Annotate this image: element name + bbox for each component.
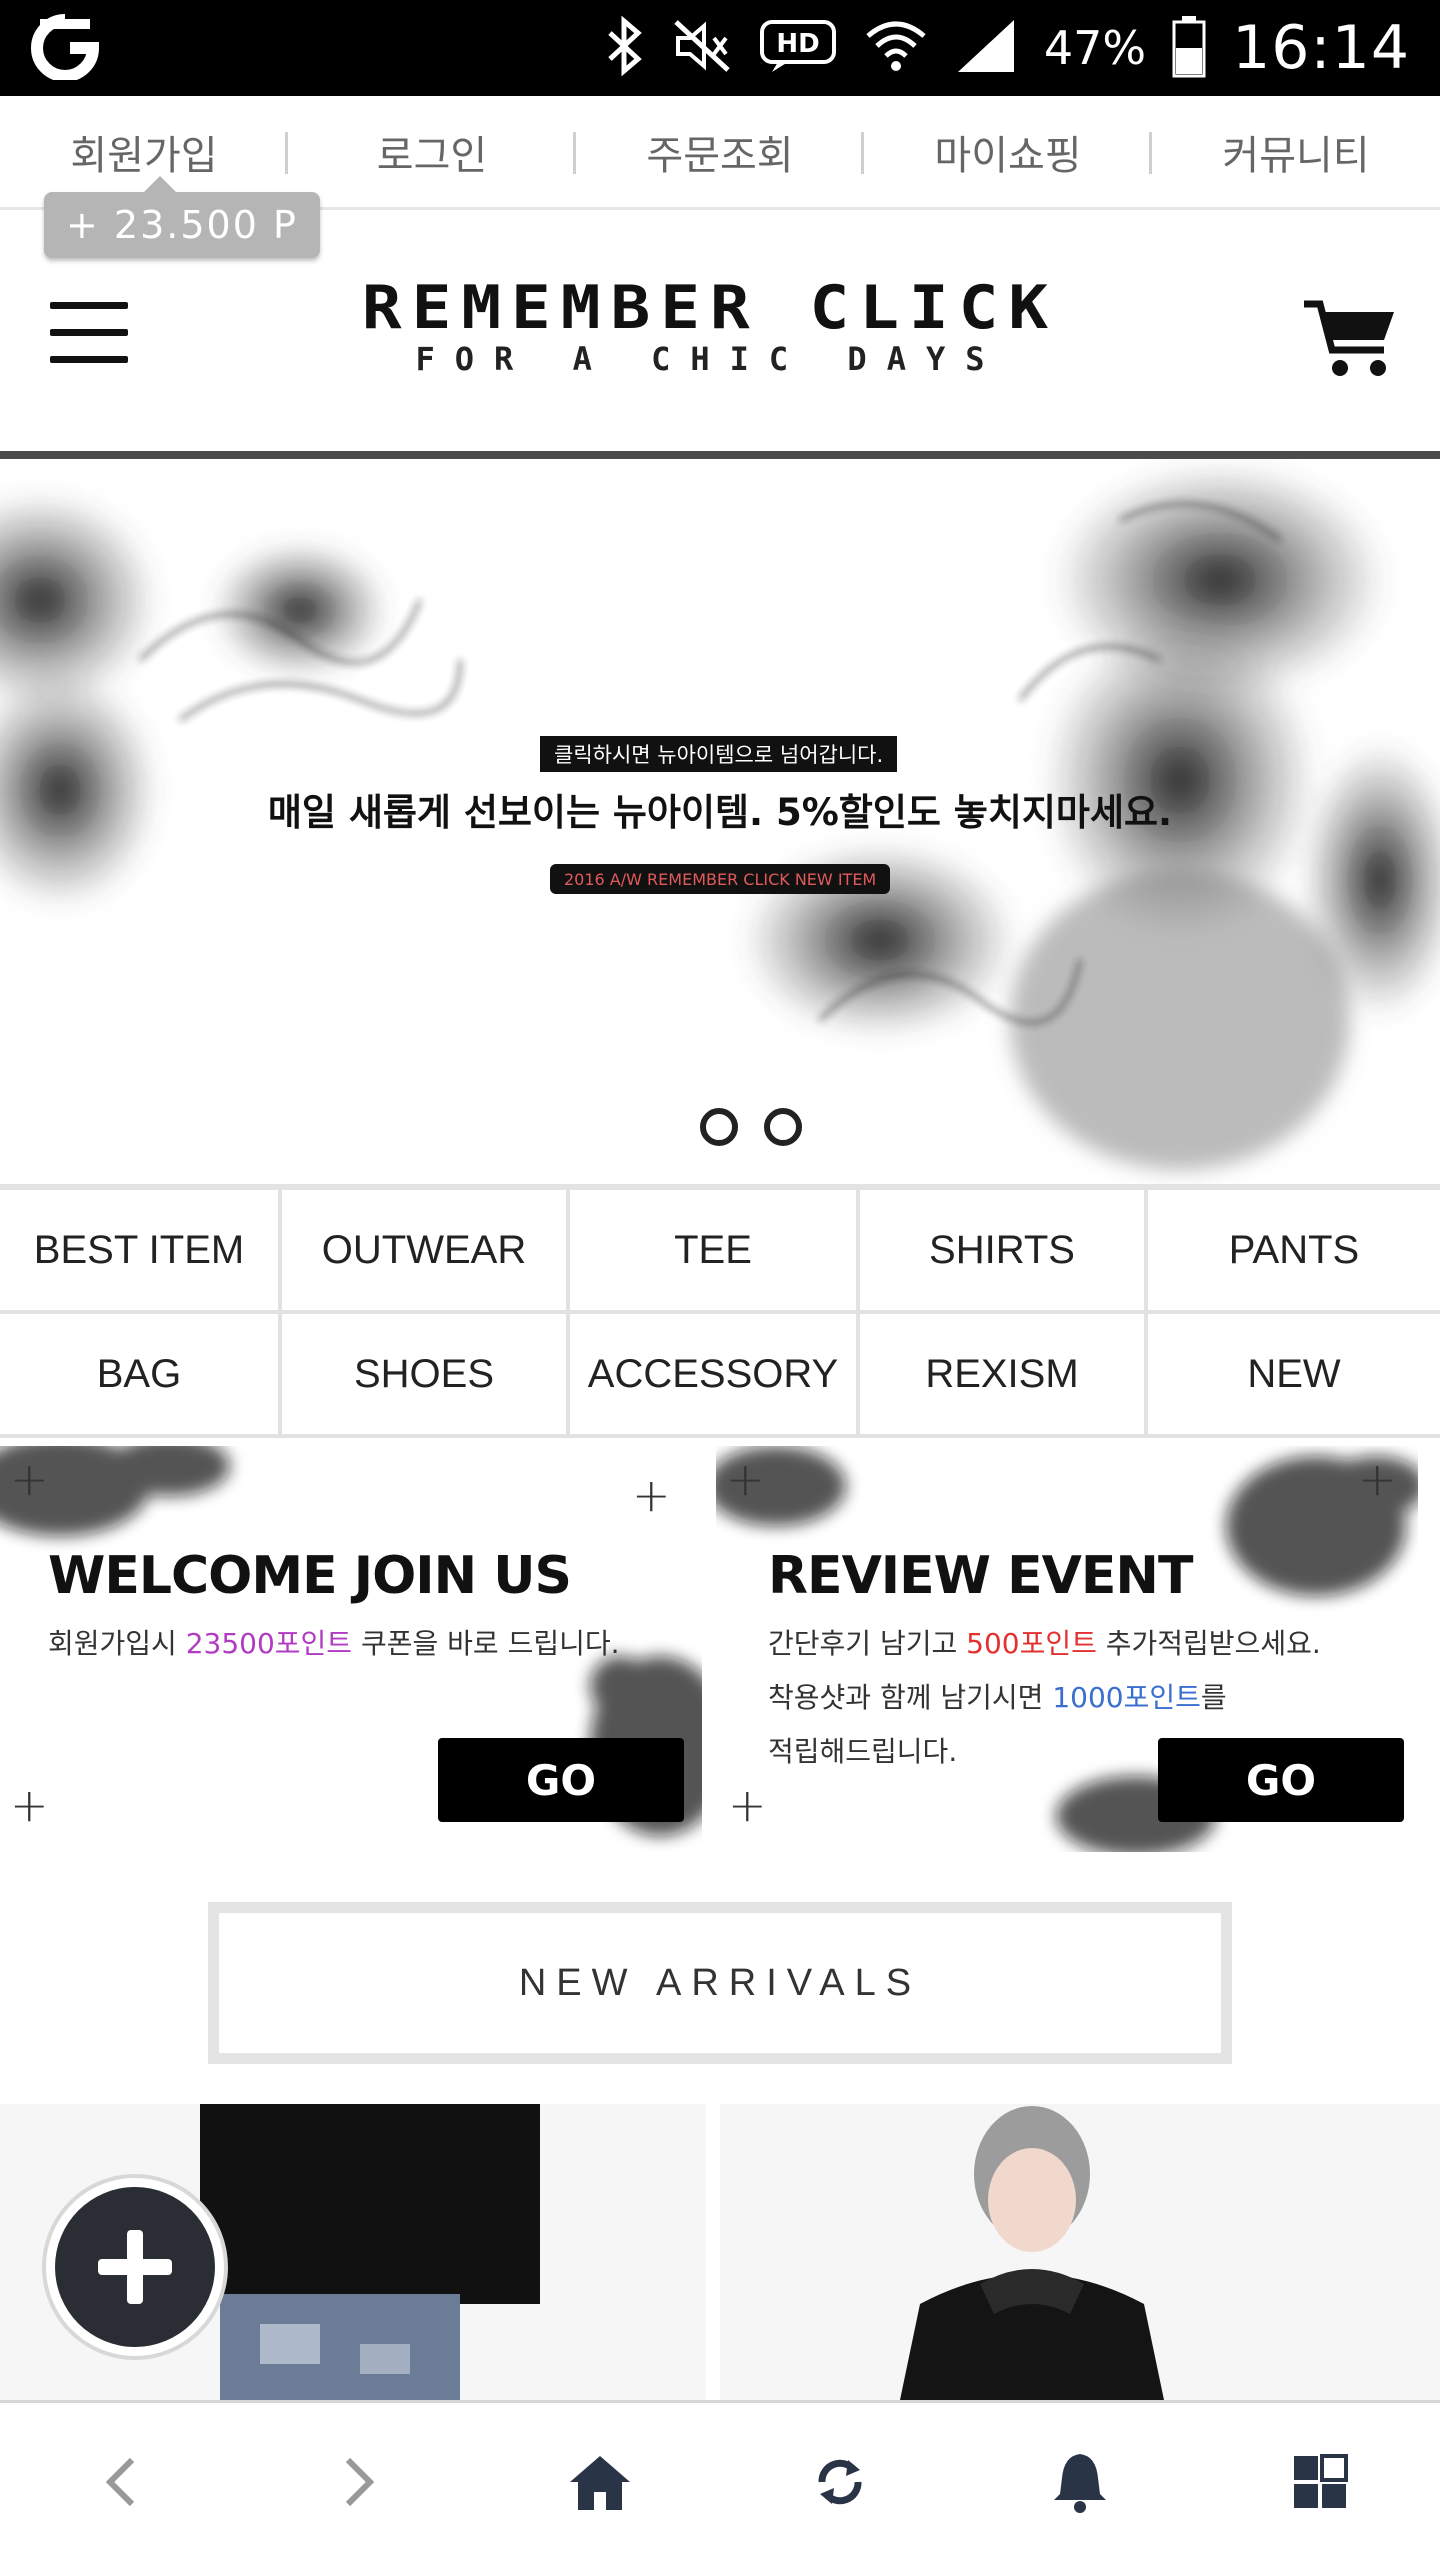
corner-plus-mark: +	[632, 1468, 671, 1522]
review-line-1: 간단후기 남기고 500포인트 추가적립받으세요.	[768, 1622, 1321, 1662]
category-bag[interactable]: BAG	[0, 1314, 282, 1438]
battery-percent: 47%	[1043, 21, 1147, 75]
review-go-button[interactable]: GO	[1158, 1738, 1404, 1822]
nav-community[interactable]: 커뮤니티	[1152, 96, 1440, 207]
category-new[interactable]: NEW	[1148, 1314, 1440, 1438]
review-points-500: 500포인트	[966, 1627, 1097, 1660]
review-promo[interactable]: + + + REVIEW EVENT 간단후기 남기고 500포인트 추가적립받…	[716, 1446, 1418, 1852]
forward-icon[interactable]	[240, 2403, 480, 2560]
corner-plus-mark: +	[726, 1452, 765, 1506]
battery-icon	[1172, 14, 1206, 82]
review-line-3: 적립해드립니다.	[768, 1735, 958, 1768]
review-title: REVIEW EVENT	[768, 1546, 1193, 1606]
app-logo-icon	[30, 14, 100, 84]
welcome-description: 회원가입시 23500포인트 쿠폰을 바로 드립니다.	[48, 1622, 620, 1662]
category-shirts[interactable]: SHIRTS	[860, 1190, 1148, 1314]
header-divider	[0, 451, 1440, 459]
clock: 16:14	[1232, 13, 1410, 83]
slide-indicator	[700, 1108, 802, 1146]
back-icon[interactable]	[0, 2403, 240, 2560]
new-arrivals-button[interactable]: NEW ARRIVALS	[208, 1902, 1232, 2064]
browser-toolbar	[0, 2400, 1440, 2560]
nav-order-lookup[interactable]: 주문조회	[576, 96, 864, 207]
review-line-2: 착용샷과 함께 남기시면 1000포인트를	[768, 1676, 1227, 1716]
welcome-promo[interactable]: + + + WELCOME JOIN US 회원가입시 23500포인트 쿠폰을…	[0, 1446, 702, 1852]
plus-icon	[55, 2187, 215, 2347]
floating-plus-button[interactable]	[42, 2174, 228, 2360]
category-tee[interactable]: TEE	[570, 1190, 860, 1314]
hd-label: HD	[776, 29, 819, 59]
wifi-icon	[864, 14, 928, 82]
welcome-text: 회원가입시	[48, 1627, 186, 1660]
bell-icon[interactable]	[960, 2403, 1200, 2560]
welcome-text: 쿠폰을 바로 드립니다.	[352, 1627, 620, 1660]
product-image	[900, 2106, 1164, 2400]
refresh-icon[interactable]	[720, 2403, 960, 2560]
slide-dot-1[interactable]	[700, 1108, 738, 1146]
site-header: REMEMBER CLICK FOR A CHIC DAYS	[0, 212, 1440, 452]
home-icon[interactable]	[480, 2403, 720, 2560]
logo-tagline: FOR A CHIC DAYS	[415, 340, 1005, 378]
review-text: 간단후기 남기고	[768, 1627, 967, 1660]
corner-plus-mark: +	[10, 1452, 49, 1506]
welcome-title: WELCOME JOIN US	[48, 1546, 572, 1606]
category-rexism[interactable]: REXISM	[860, 1314, 1148, 1438]
category-best-item[interactable]: BEST ITEM	[0, 1190, 282, 1314]
product-card-2[interactable]	[720, 2104, 1440, 2400]
mute-icon	[672, 18, 732, 78]
category-grid: BEST ITEM OUTWEAR TEE SHIRTS PANTS BAG S…	[0, 1190, 1440, 1440]
nav-my-shopping[interactable]: 마이쇼핑	[864, 96, 1152, 207]
hamburger-icon[interactable]	[50, 302, 130, 366]
hero-banner[interactable]: 클릭하시면 뉴아이템으로 넘어갑니다. 매일 새롭게 선보이는 뉴아이템. 5%…	[0, 460, 1440, 1186]
review-text: 추가적립받으세요.	[1096, 1627, 1321, 1660]
corner-plus-mark: +	[1358, 1452, 1397, 1506]
banner-tag: 2016 A/W REMEMBER CLICK NEW ITEM	[550, 864, 891, 894]
review-points-1000: 1000포인트	[1052, 1681, 1201, 1714]
review-text: 착용샷과 함께 남기시면	[768, 1681, 1053, 1714]
status-bar: HD 47% 16:14	[0, 0, 1440, 96]
slide-dot-2[interactable]	[764, 1108, 802, 1146]
logo-main-text: REMEMBER CLICK	[361, 272, 1059, 343]
nav-login[interactable]: 로그인	[288, 96, 576, 207]
cart-icon[interactable]	[1300, 294, 1400, 380]
category-pants[interactable]: PANTS	[1148, 1190, 1440, 1314]
tabs-icon[interactable]	[1200, 2403, 1440, 2560]
site-logo[interactable]: REMEMBER CLICK FOR A CHIC DAYS	[340, 272, 1080, 378]
banner-headline: 매일 새롭게 선보이는 뉴아이템. 5%할인도 놓치지마세요.	[267, 791, 1173, 834]
welcome-go-button[interactable]: GO	[438, 1738, 684, 1822]
signal-icon	[954, 16, 1018, 80]
new-arrivals-label: NEW ARRIVALS	[217, 1911, 1223, 2055]
review-text: 를	[1200, 1681, 1227, 1714]
welcome-points: 23500포인트	[185, 1627, 353, 1660]
hd-voice-icon: HD	[758, 16, 838, 80]
bluetooth-icon	[604, 15, 646, 81]
category-accessory[interactable]: ACCESSORY	[570, 1314, 860, 1438]
corner-plus-mark: +	[728, 1778, 767, 1832]
category-shoes[interactable]: SHOES	[282, 1314, 570, 1438]
banner-caption: 클릭하시면 뉴아이템으로 넘어갑니다.	[540, 736, 898, 772]
corner-plus-mark: +	[10, 1778, 49, 1832]
category-outwear[interactable]: OUTWEAR	[282, 1190, 570, 1314]
